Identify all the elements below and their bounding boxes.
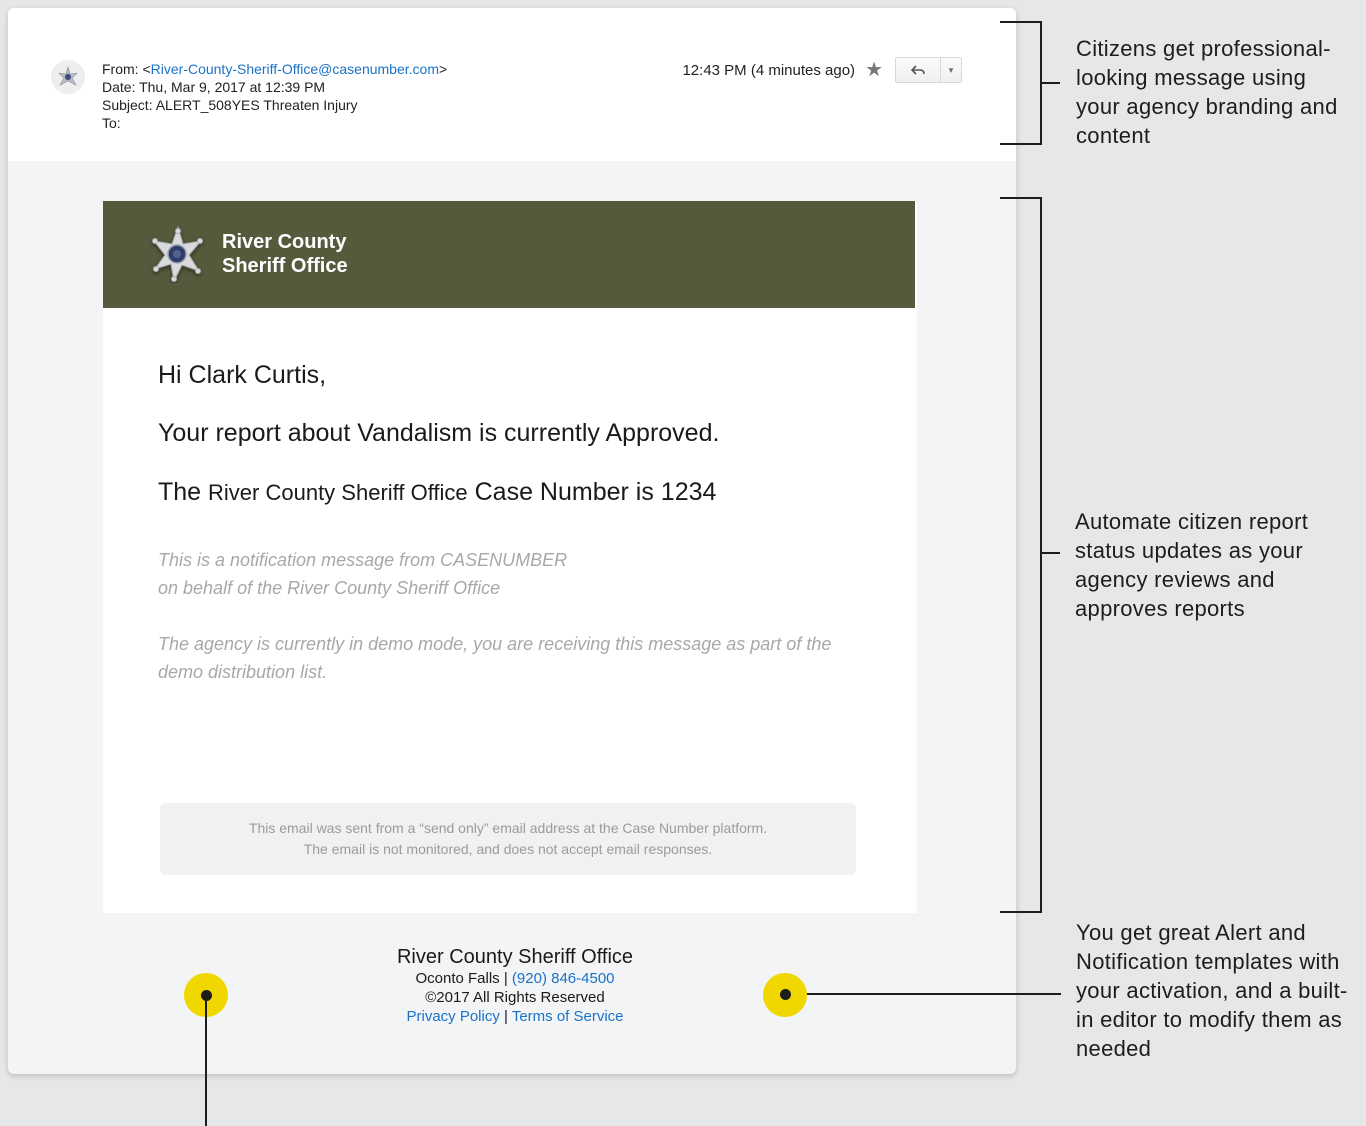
email-window: From: <River-County-Sheriff-Office@casen… (8, 8, 1016, 1074)
sheriff-star-avatar-icon (58, 66, 78, 86)
from-suffix: > (438, 61, 448, 77)
reply-button-group: ▾ (895, 57, 962, 83)
highlight-dot-right-center (780, 989, 791, 1000)
from-line: From: <River-County-Sheriff-Office@casen… (102, 60, 447, 78)
templates-connector-line (785, 993, 1061, 995)
disclaimer-line-1: This email was sent from a “send only” e… (248, 820, 768, 836)
header-bracket-tick (1042, 82, 1060, 84)
body-bracket-tick (1042, 552, 1060, 554)
email-footer: River County Sheriff Office Oconto Falls… (8, 945, 1016, 1026)
case-suffix: Case Number is 1234 (467, 478, 717, 506)
sheriff-star-badge-icon (152, 225, 203, 283)
email-header: From: <River-County-Sheriff-Office@casen… (8, 8, 1016, 161)
star-icon[interactable]: ★ (865, 60, 883, 80)
brand-name-line1: River County (222, 231, 347, 253)
disclaimer-line-2: The email is not monitored, and does not… (303, 841, 713, 857)
send-only-disclaimer: This email was sent from a “send only” e… (160, 803, 856, 875)
header-actions: 12:43 PM (4 minutes ago) ★ ▾ (682, 57, 962, 83)
greeting: Hi Clark Curtis, (158, 361, 327, 389)
left-connector-line (205, 995, 207, 1126)
status-message: Your report about Vandalism is currently… (158, 419, 720, 447)
header-bracket (1000, 21, 1042, 145)
footer-contact: Oconto Falls | (920) 846-4500 (14, 969, 1016, 988)
case-agency: River County Sheriff Office (208, 480, 468, 505)
brand-name-line2: Sheriff Office (222, 255, 348, 277)
footer-links: Privacy Policy | Terms of Service (14, 1007, 1016, 1026)
notice-line-2: on behalf of the River County Sheriff Of… (158, 578, 501, 598)
footer-city: Oconto Falls | (415, 970, 512, 987)
date-line: Date: Thu, Mar 9, 2017 at 12:39 PM (102, 79, 326, 95)
sender-avatar[interactable] (51, 60, 85, 94)
reply-button[interactable] (896, 58, 941, 82)
brand-banner: River County Sheriff Office (103, 201, 915, 308)
footer-copyright: ©2017 All Rights Reserved (425, 989, 605, 1006)
annotation-branding: Citizens get professional-looking messag… (1076, 36, 1338, 148)
from-label: From: < (102, 61, 151, 77)
terms-of-service-link[interactable]: Terms of Service (512, 1008, 624, 1025)
reply-arrow-icon (911, 65, 925, 75)
annotation-templates: You get great Alert and Notification tem… (1076, 920, 1348, 1061)
case-prefix: The (158, 478, 209, 506)
caret-down-icon: ▾ (948, 64, 954, 75)
more-options-button[interactable]: ▾ (941, 58, 961, 82)
footer-link-separator: | (499, 1008, 512, 1025)
from-address-link[interactable]: River-County-Sheriff-Office@casenumber.c… (151, 61, 439, 77)
privacy-policy-link[interactable]: Privacy Policy (406, 1008, 499, 1025)
annotation-automation: Automate citizen report status updates a… (1075, 509, 1309, 621)
to-line: To: (102, 115, 121, 131)
message-card: River County Sheriff Office Hi Clark Cur… (103, 201, 917, 913)
case-number-message: The River County Sheriff Office Case Num… (158, 478, 716, 507)
body-bracket (1000, 197, 1042, 913)
subject-line: Subject: ALERT_508YES Threaten Injury (102, 97, 358, 113)
notice-line-1: This is a notification message from CASE… (158, 550, 568, 570)
demo-mode-notice: The agency is currently in demo mode, yo… (158, 634, 832, 682)
footer-agency-name: River County Sheriff Office (396, 946, 634, 968)
footer-phone-link[interactable]: (920) 846-4500 (512, 970, 615, 987)
brand-name: River County Sheriff Office (222, 230, 348, 278)
header-meta: From: <River-County-Sheriff-Office@casen… (102, 60, 447, 132)
notification-notice: This is a notification message from CASE… (158, 546, 567, 602)
received-time: 12:43 PM (4 minutes ago) (682, 61, 856, 79)
